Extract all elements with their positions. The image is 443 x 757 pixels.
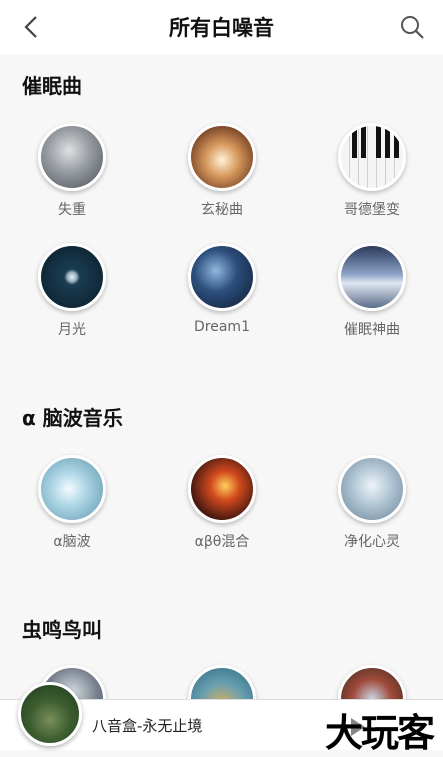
sound-label: 催眠神曲 [344,322,400,338]
sound-label: 玄秘曲 [201,202,243,218]
sound-cover-image [338,455,406,523]
sound-item-purify-mind[interactable]: 净化心灵 [312,455,432,551]
sound-label: α脑波 [53,534,91,550]
now-playing-cover[interactable] [18,682,82,746]
sound-cover-image [338,243,406,311]
sound-cover-image [188,455,256,523]
sound-label: 净化心灵 [344,534,400,550]
now-playing-title: 八音盒-永无止境 [92,717,203,735]
sound-item-abt-mix[interactable]: αβθ混合 [162,455,282,551]
sound-cover-image [38,455,106,523]
section-title-insects-birds: 虫鸣鸟叫 [22,618,102,642]
page-title: 所有白噪音 [169,16,274,40]
sound-label: 失重 [58,202,86,218]
section-title-alpha-wave: α 脑波音乐 [22,406,123,430]
back-chevron-icon[interactable] [20,14,44,40]
watermark-logo: 大玩客 [324,710,435,755]
sound-item-weightless[interactable]: 失重 [12,123,132,219]
sound-cover-image [38,243,106,311]
sound-label: 哥德堡变 [344,202,400,218]
sound-item-goldberg[interactable]: 哥德堡变 [312,123,432,219]
sound-label: 月光 [58,322,86,338]
sound-cover-image [338,123,406,191]
sound-item-moonlight[interactable]: 月光 [12,243,132,339]
sound-item-dream1[interactable]: Dream1 [162,243,282,335]
section-title-hypnosis: 催眠曲 [22,74,82,98]
sound-item-alpha-wave[interactable]: α脑波 [12,455,132,551]
top-bar: 所有白噪音 [0,0,443,54]
sound-cover-image [38,123,106,191]
sound-label: Dream1 [194,319,250,335]
sound-item-hypnotic[interactable]: 催眠神曲 [312,243,432,339]
piano-keys-icon [352,126,399,158]
sound-label: αβθ混合 [194,534,250,550]
sound-item-mystic[interactable]: 玄秘曲 [162,123,282,219]
search-icon[interactable] [399,14,425,40]
sound-cover-image [188,243,256,311]
now-playing-bar[interactable]: 八音盒-永无止境 大玩客 [0,682,443,755]
sound-cover-image [188,123,256,191]
